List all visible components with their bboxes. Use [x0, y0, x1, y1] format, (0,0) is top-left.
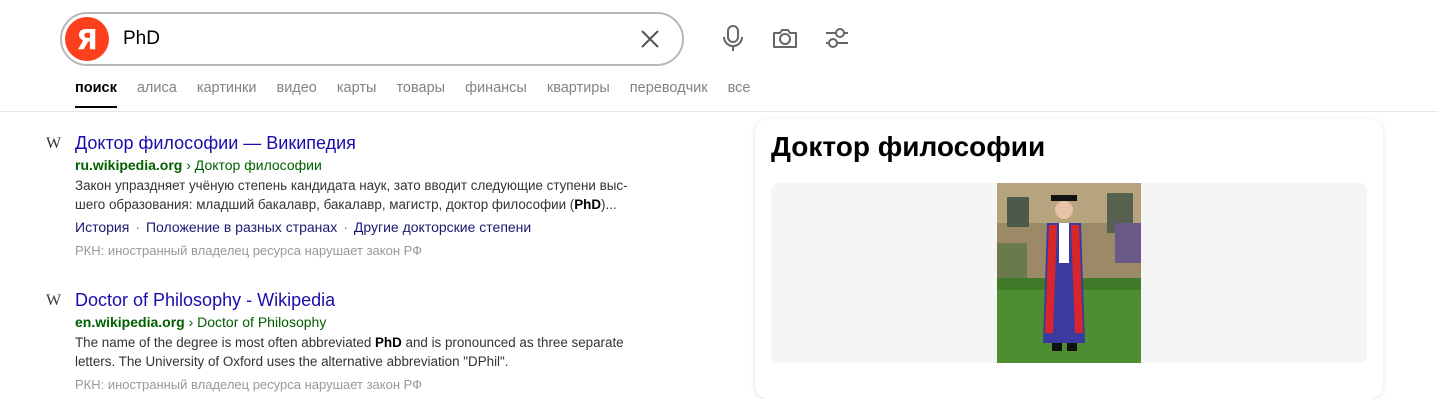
tab-alice[interactable]: алиса [137, 80, 177, 108]
snippet-text: The name of the degree is most often abb… [75, 335, 375, 350]
tab-finance[interactable]: финансы [465, 80, 527, 108]
filters-icon[interactable] [821, 22, 853, 54]
tab-apartments[interactable]: квартиры [547, 80, 610, 108]
snippet-highlight: PhD [374, 335, 402, 350]
result-path[interactable]: › Doctor of Philosophy [189, 314, 327, 330]
tab-images[interactable]: картинки [197, 80, 257, 108]
tab-all[interactable]: все [728, 80, 751, 108]
snippet-highlight: PhD [574, 197, 602, 212]
wikipedia-icon: W [46, 292, 62, 309]
tab-search[interactable]: поиск [75, 80, 117, 108]
result-title-link[interactable]: Доктор философии — Википедия [75, 132, 666, 154]
result-url[interactable]: en.wikipedia.org › Doctor of Philosophy [75, 312, 666, 332]
rkn-warning: РКН: иностранный владелец ресурса наруша… [75, 243, 423, 258]
result-snippet: Закон упраздняет учёную степень кандидат… [75, 176, 666, 214]
tab-video[interactable]: видео [276, 80, 316, 108]
microphone-icon[interactable] [717, 22, 749, 54]
snippet-text: letters. The University of Oxford uses t… [75, 354, 509, 369]
sitelink-history[interactable]: История [75, 219, 129, 235]
camera-search-icon[interactable] [769, 22, 801, 54]
result-path[interactable]: › Доктор философии [186, 157, 322, 173]
separator: · [135, 219, 140, 235]
panel-image-area[interactable] [771, 183, 1367, 363]
sitelink-countries[interactable]: Положение в разных странах [146, 219, 337, 235]
snippet-text: шего образования: младший бакалавр, бака… [75, 197, 575, 212]
yandex-logo[interactable]: Я [65, 17, 109, 61]
header-divider [0, 111, 1438, 112]
search-result: W Доктор философии — Википедия ru.wikipe… [46, 132, 666, 260]
sitelink-other-degrees[interactable]: Другие докторские степени [354, 219, 531, 235]
tab-translator[interactable]: переводчик [630, 80, 708, 108]
graduate-photo[interactable] [997, 183, 1141, 363]
separator: · [343, 219, 348, 235]
search-box[interactable]: Я [60, 12, 684, 66]
tab-maps[interactable]: карты [337, 80, 377, 108]
tab-products[interactable]: товары [396, 80, 445, 108]
result-domain[interactable]: ru.wikipedia.org [75, 157, 182, 173]
search-result: W Doctor of Philosophy - Wikipedia en.wi… [46, 289, 666, 394]
snippet-text: Закон упраздняет учёную степень кандидат… [75, 178, 628, 193]
result-title-link[interactable]: Doctor of Philosophy - Wikipedia [75, 289, 666, 311]
result-domain[interactable]: en.wikipedia.org [75, 314, 185, 330]
search-tabs: поиск алиса картинки видео карты товары … [75, 80, 770, 108]
clear-icon[interactable] [630, 19, 670, 59]
result-snippet: The name of the degree is most often abb… [75, 333, 666, 371]
knowledge-panel: Доктор философии [755, 119, 1383, 399]
snippet-text: )... [601, 197, 617, 212]
result-url[interactable]: ru.wikipedia.org › Доктор философии [75, 155, 666, 175]
panel-title: Доктор философии [771, 131, 1046, 162]
search-input[interactable] [121, 27, 630, 51]
rkn-warning: РКН: иностранный владелец ресурса наруша… [75, 377, 423, 392]
wikipedia-icon: W [46, 135, 62, 152]
result-sitelinks: История · Положение в разных странах · Други… [75, 217, 666, 237]
snippet-text: and is pronounced as three separate [401, 335, 624, 350]
